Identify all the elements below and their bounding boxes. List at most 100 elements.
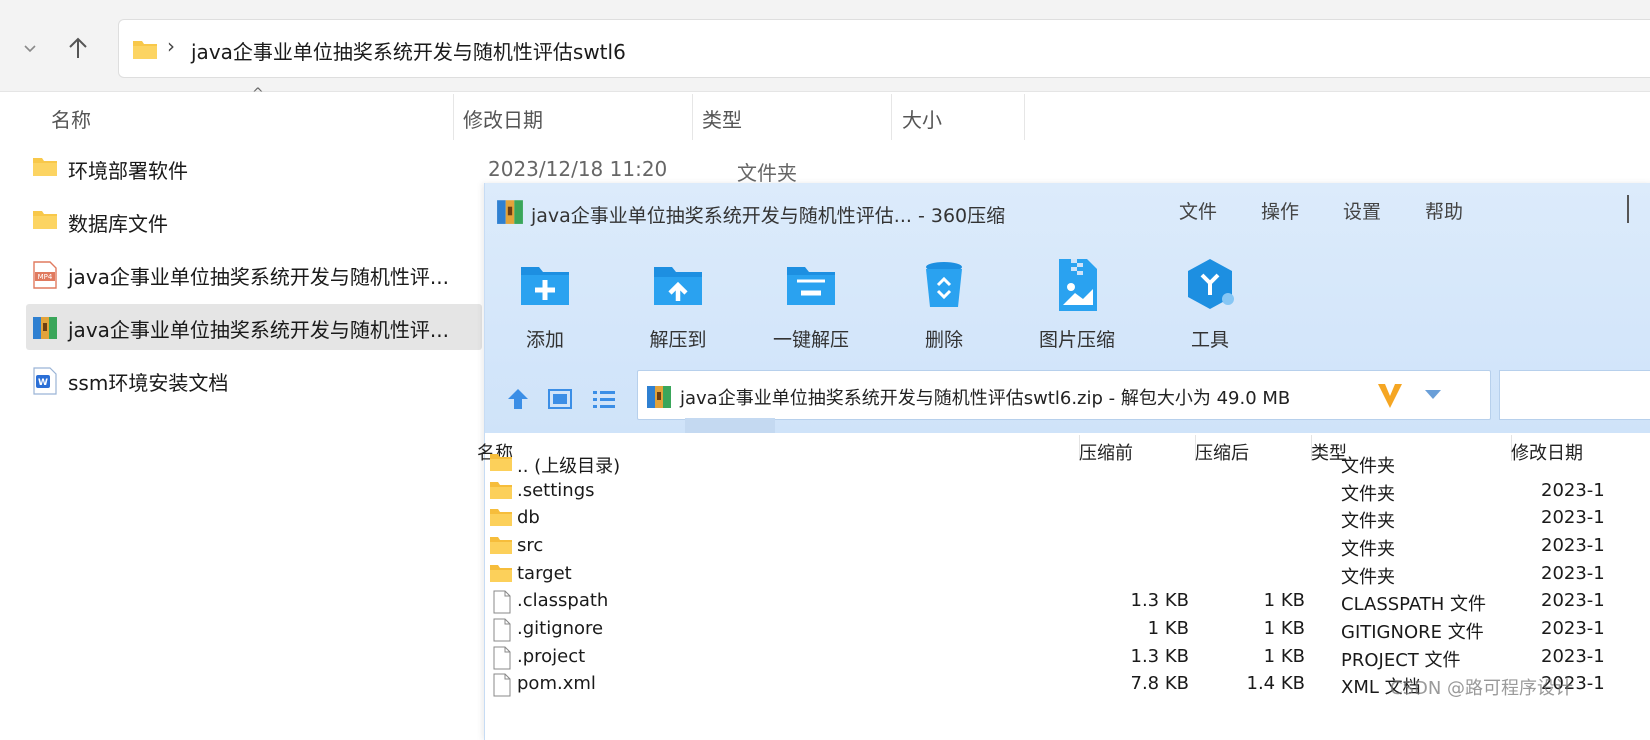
file-name: ssm环境安装文档 (68, 371, 229, 395)
delete-label: 删除 (924, 329, 963, 351)
file-modified-date: 2023/12/18 11:20 (488, 157, 668, 181)
path-dropdown-icon[interactable] (1423, 386, 1443, 405)
archive-item-size-after: 1 KB (1263, 646, 1305, 667)
archive-item-type: 文件夹 (1341, 511, 1395, 532)
up-arrow-icon[interactable] (60, 30, 96, 66)
archive-item-size-after: 1 KB (1263, 618, 1305, 639)
file-icon (493, 673, 511, 701)
archive-item-type: 文件夹 (1341, 456, 1395, 477)
archive-row[interactable]: .. (上级目录) 文件夹 (485, 450, 1650, 478)
archive-item-date: 2023-1 (1541, 563, 1605, 584)
skin-icon[interactable] (1627, 195, 1649, 223)
file-row[interactable]: W ssm环境安装文档 (26, 357, 482, 403)
horizontal-scroll-thumb[interactable] (685, 418, 775, 433)
word-doc-icon: W (32, 367, 58, 399)
recent-locations-chevron-icon[interactable] (12, 30, 48, 66)
archive-item-size-before: 7.8 KB (1130, 673, 1190, 694)
folder-icon (132, 38, 158, 64)
file-row[interactable]: 数据库文件 (26, 198, 482, 244)
menu-settings[interactable]: 设置 (1343, 197, 1381, 224)
archive-item-date: 2023-1 (1541, 480, 1605, 501)
archive-item-size-before: 1.3 KB (1130, 646, 1190, 667)
folder-icon (32, 155, 58, 181)
one-click-extract-icon (781, 255, 841, 315)
folder-icon (489, 535, 513, 559)
zip-archive-icon (646, 383, 672, 413)
archive-item-name: target (517, 563, 572, 584)
archive-path-bar[interactable]: java企事业单位抽奖系统开发与随机性评估swtl6.zip - 解包大小为 4… (637, 370, 1491, 420)
address-bar[interactable]: › java企事业单位抽奖系统开发与随机性评估swtl6 (118, 19, 1650, 78)
file-icon (493, 646, 511, 674)
thumbnail-view-icon[interactable] (547, 386, 573, 416)
menu-file[interactable]: 文件 (1179, 197, 1217, 224)
archive-item-type: PROJECT 文件 (1341, 650, 1461, 671)
column-header-name[interactable]: 名称 (51, 104, 91, 133)
file-row-selected[interactable]: java企事业单位抽奖系统开发与随机性评... (26, 304, 482, 350)
file-name: java企事业单位抽奖系统开发与随机性评... (68, 318, 449, 342)
zip-archive-icon (32, 314, 58, 344)
column-divider[interactable] (1024, 94, 1025, 140)
one-click-extract-label: 一键解压 (772, 329, 849, 351)
column-header-modified[interactable]: 修改日期 (463, 104, 543, 133)
column-divider[interactable] (453, 94, 454, 140)
column-header-size[interactable]: 大小 (902, 104, 942, 133)
file-row[interactable]: MP4 java企事业单位抽奖系统开发与随机性评... (26, 251, 482, 297)
extract-to-button[interactable]: 解压到 (618, 255, 738, 352)
folder-icon (32, 208, 58, 234)
archive-row[interactable]: target 文件夹 2023-1 (485, 561, 1650, 589)
archive-row[interactable]: src 文件夹 2023-1 (485, 533, 1650, 561)
archive-item-date: 2023-1 (1541, 507, 1605, 528)
menu-help[interactable]: 帮助 (1425, 197, 1463, 224)
archive-item-name: src (517, 535, 544, 556)
archive-row[interactable]: .classpath 1.3 KB 1 KB CLASSPATH 文件 2023… (485, 588, 1650, 616)
folder-icon (489, 480, 513, 504)
search-input[interactable] (1499, 370, 1650, 420)
breadcrumb-current-folder[interactable]: java企事业单位抽奖系统开发与随机性评估swtl6 (191, 36, 626, 65)
svg-text:MP4: MP4 (38, 273, 53, 281)
file-row[interactable]: 环境部署软件 (26, 145, 482, 191)
column-divider[interactable] (891, 94, 892, 140)
recycle-bin-icon (914, 255, 974, 315)
tools-button[interactable]: 工具 (1150, 255, 1270, 352)
image-compress-icon (1047, 255, 1107, 315)
archive-item-type: CLASSPATH 文件 (1341, 594, 1487, 615)
list-view-icon[interactable] (591, 386, 617, 416)
add-label: 添加 (525, 329, 564, 351)
window-title: java企事业单位抽奖系统开发与随机性评估... - 360压缩 (531, 205, 1006, 227)
column-header-type[interactable]: 类型 (702, 104, 742, 133)
zip-archive-icon (496, 197, 524, 229)
v-vip-icon[interactable] (1376, 381, 1404, 415)
archive-item-name: .. (上级目录) (517, 456, 621, 477)
zip-archive-window: java企事业单位抽奖系统开发与随机性评估... - 360压缩 文件 操作 设… (477, 183, 1650, 740)
archive-item-date: 2023-1 (1541, 646, 1605, 667)
image-compress-button[interactable]: 图片压缩 (1017, 255, 1137, 352)
file-name: 环境部署软件 (68, 159, 188, 183)
image-compress-label: 图片压缩 (1038, 329, 1115, 351)
file-name: 数据库文件 (68, 212, 168, 236)
archive-item-date: 2023-1 (1541, 535, 1605, 556)
archive-path-text: java企事业单位抽奖系统开发与随机性评估swtl6.zip - 解包大小为 4… (680, 388, 1291, 409)
breadcrumb-chevron-icon: › (167, 34, 175, 58)
archive-row[interactable]: .gitignore 1 KB 1 KB GITIGNORE 文件 2023-1 (485, 616, 1650, 644)
delete-button[interactable]: 删除 (884, 255, 1004, 352)
tools-label: 工具 (1190, 329, 1229, 351)
one-click-extract-button[interactable]: 一键解压 (751, 255, 871, 352)
archive-row[interactable]: .settings 文件夹 2023-1 (485, 478, 1650, 506)
explorer-column-headers: 名称 修改日期 类型 大小 (0, 92, 1650, 142)
csdn-watermark: CSDN @路可程序设计 (1390, 678, 1574, 699)
add-button[interactable]: 添加 (485, 255, 605, 352)
folder-icon (489, 452, 513, 476)
menu-operation[interactable]: 操作 (1261, 197, 1299, 224)
file-icon (493, 590, 511, 618)
archive-item-name: .gitignore (517, 618, 604, 639)
archive-item-date: 2023-1 (1541, 590, 1605, 611)
archive-item-type: 文件夹 (1341, 539, 1395, 560)
column-divider[interactable] (692, 94, 693, 140)
sort-ascending-icon: ^ (252, 86, 264, 102)
archive-item-size-before: 1 KB (1147, 618, 1189, 639)
archive-row[interactable]: .project 1.3 KB 1 KB PROJECT 文件 2023-1 (485, 644, 1650, 672)
archive-row[interactable]: db 文件夹 2023-1 (485, 505, 1650, 533)
up-level-arrow-icon[interactable] (505, 386, 531, 416)
file-type: 文件夹 (737, 161, 797, 185)
archive-item-size-after: 1.4 KB (1246, 673, 1306, 694)
